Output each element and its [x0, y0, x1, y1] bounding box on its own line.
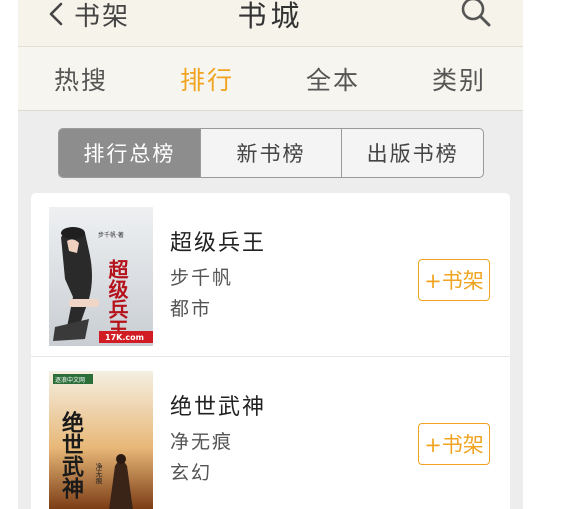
- book-cover-image: 超级兵王 步千帆·著 17K.com: [49, 207, 153, 346]
- list-item[interactable]: 逐浪中文网 绝世武神 净无痕 绝世武神 净无痕 玄幻 +书架: [31, 356, 510, 509]
- tab-ranking[interactable]: 排行: [144, 47, 270, 110]
- top-bar: 书架 书城: [18, 0, 523, 47]
- list-item[interactable]: 超级兵王 步千帆·著 17K.com 超级兵王 步千帆 都市 +书架: [31, 193, 510, 356]
- segment-overall-ranking[interactable]: 排行总榜: [59, 129, 200, 177]
- book-author: 净无痕: [170, 431, 234, 453]
- book-title[interactable]: 超级兵王: [170, 225, 266, 257]
- book-cover-image: 逐浪中文网 绝世武神 净无痕: [49, 371, 153, 509]
- add-to-shelf-button[interactable]: +书架: [418, 423, 490, 465]
- main-tabs: 热搜 排行 全本 类别: [18, 47, 523, 111]
- tab-hot-search[interactable]: 热搜: [18, 47, 144, 110]
- book-genre: 都市: [170, 298, 213, 320]
- cover-brand-text: 逐浪中文网: [55, 376, 85, 384]
- segment-new-books[interactable]: 新书榜: [199, 129, 342, 177]
- tab-complete[interactable]: 全本: [270, 47, 396, 110]
- book-genre: 玄幻: [170, 462, 213, 484]
- page-title: 书城: [237, 0, 304, 33]
- book-author: 步千帆: [170, 267, 234, 289]
- cover-title-text: 绝世武神: [58, 410, 84, 499]
- add-to-shelf-button[interactable]: +书架: [418, 259, 490, 301]
- cover-brand-text: 17K.com: [105, 333, 144, 342]
- book-title[interactable]: 绝世武神: [170, 389, 266, 421]
- bookstore-app: 书架 书城 热搜 排行 全本 类别 排行总榜 新书榜 出版书榜 超级兵王 步千帆…: [18, 0, 523, 509]
- cover-title-text: 超级兵王: [105, 258, 129, 339]
- cover-author-text: 步千帆·著: [98, 231, 124, 239]
- search-icon: [461, 0, 491, 27]
- ranking-segmented-control: 排行总榜 新书榜 出版书榜: [58, 128, 484, 178]
- segment-published-books[interactable]: 出版书榜: [341, 129, 483, 177]
- book-list: 超级兵王 步千帆·著 17K.com 超级兵王 步千帆 都市 +书架 逐浪中文网…: [31, 193, 510, 509]
- cover-author-text: 净无痕: [95, 462, 103, 485]
- tab-category[interactable]: 类别: [396, 47, 522, 110]
- search-button[interactable]: [459, 0, 493, 30]
